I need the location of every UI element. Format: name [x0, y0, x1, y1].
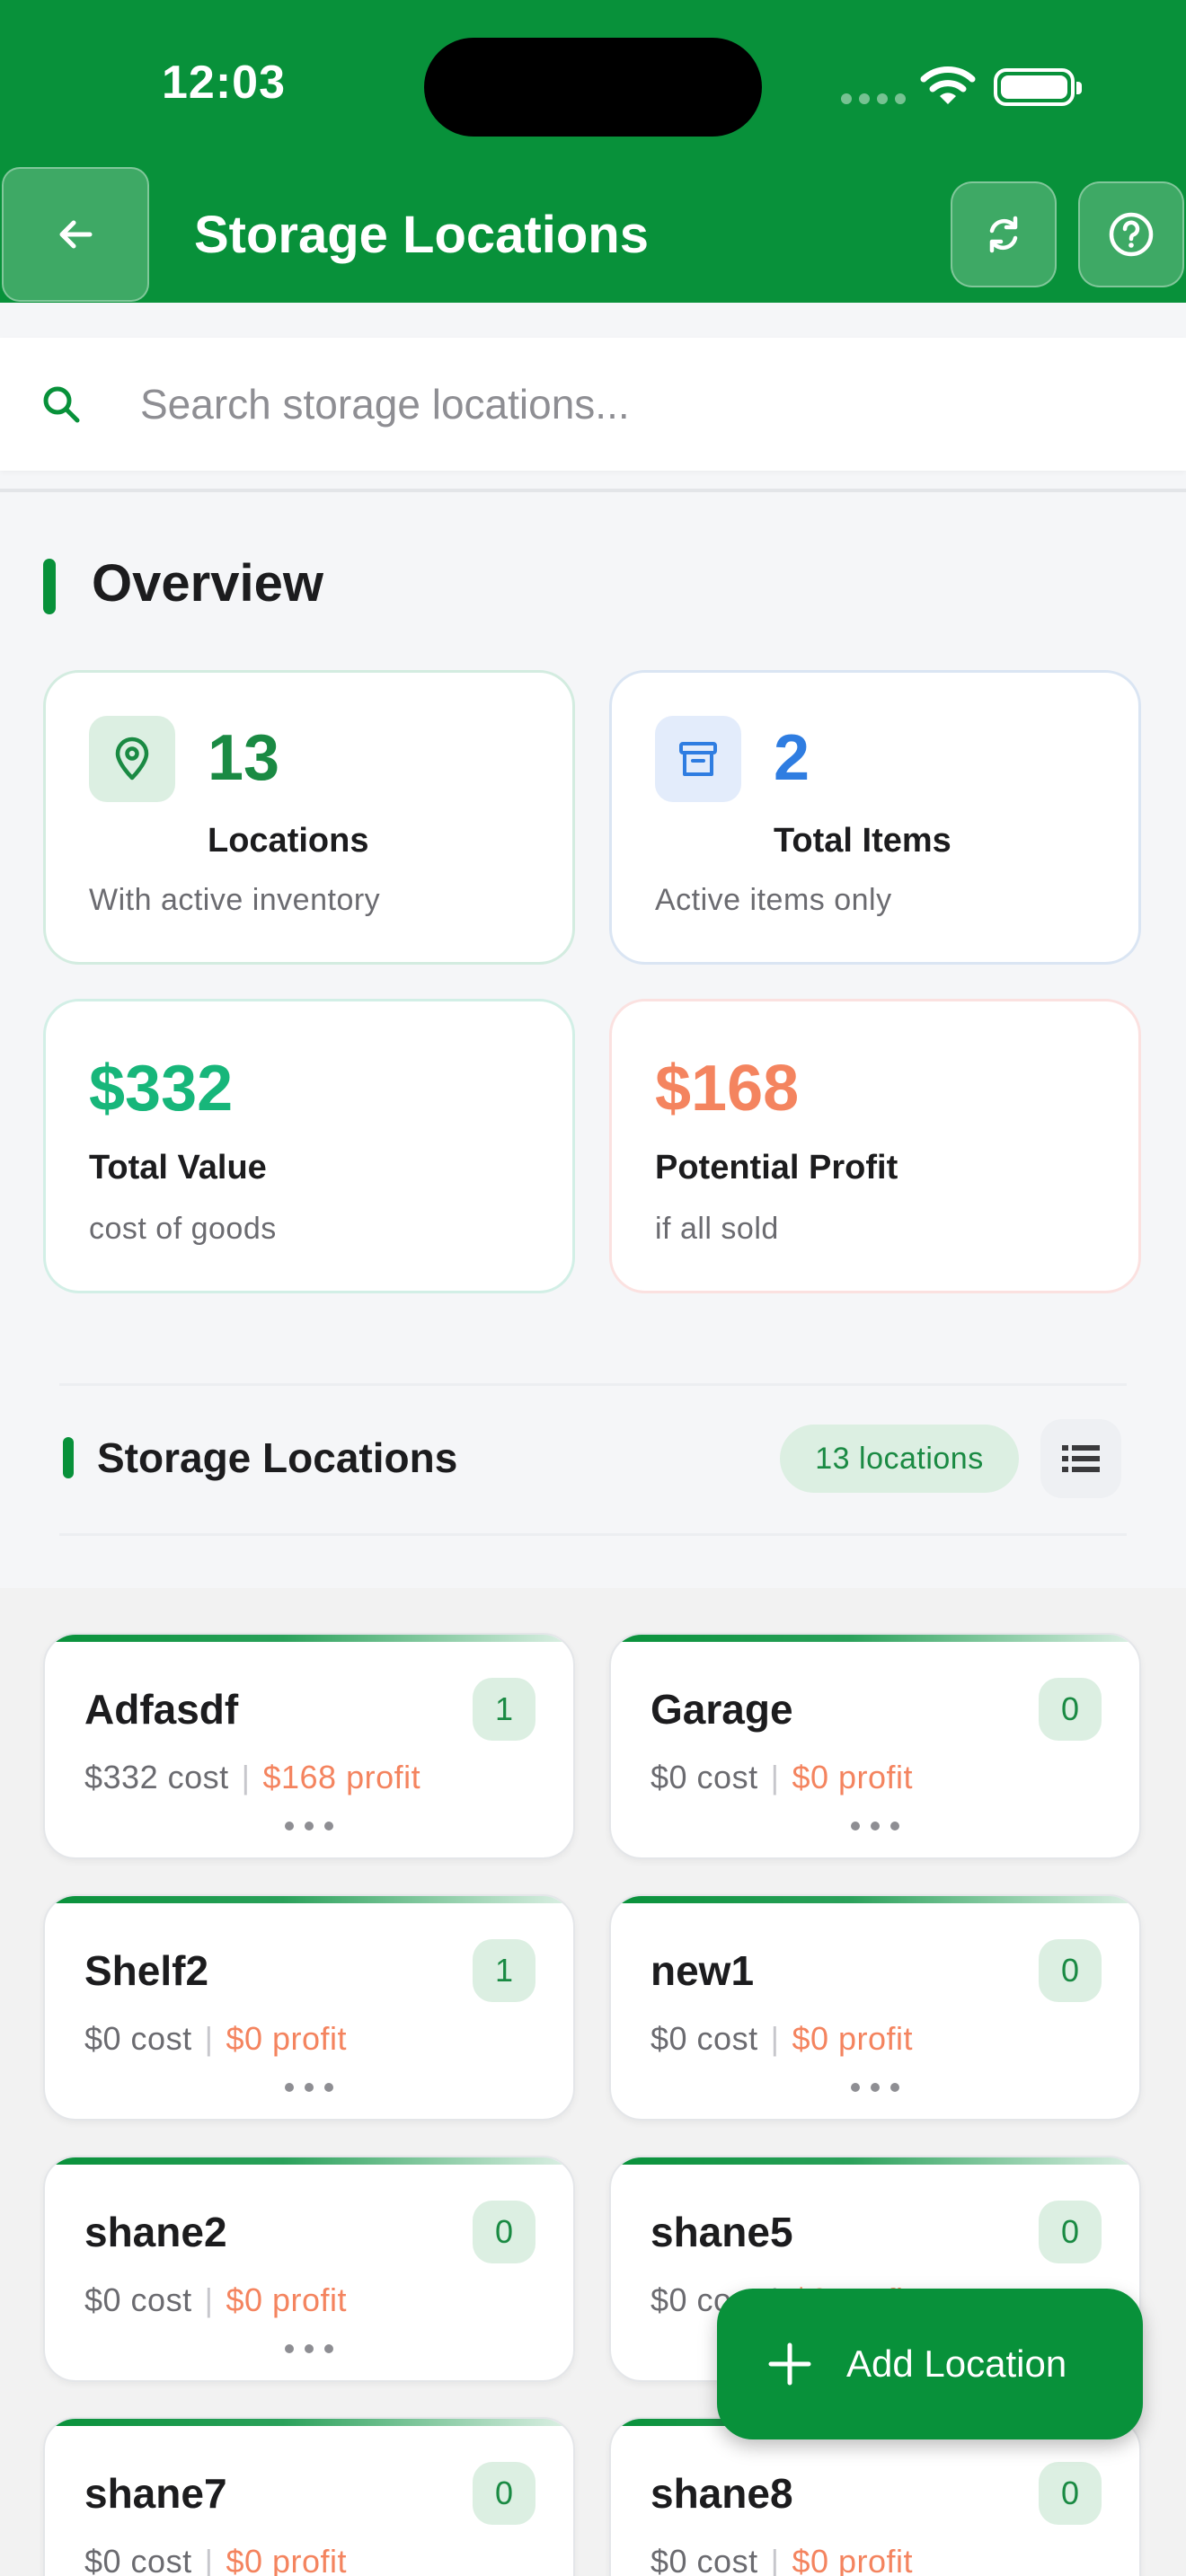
location-stats: $0 cost|$0 profit: [651, 2543, 913, 2576]
location-profit: $168 profit: [262, 1759, 421, 1795]
location-name: new1: [651, 1947, 755, 1994]
item-count-badge: 0: [1039, 2462, 1102, 2525]
location-stats: $332 cost | $168 profit: [84, 1759, 421, 1795]
location-name: shane5: [651, 2209, 793, 2255]
location-stats: $0 cost|$0 profit: [651, 1759, 914, 1795]
overview-title: Overview: [92, 554, 323, 613]
stat-card-total-items: 2 Total Items Active items only: [609, 670, 1141, 965]
more-options-icon[interactable]: [285, 2344, 333, 2353]
stat-subtext: With active inventory: [89, 883, 381, 917]
location-cost: $0 cost: [84, 2281, 192, 2318]
list-view-icon: [1062, 1445, 1100, 1472]
location-profit: $0 profit: [792, 2020, 914, 2057]
location-card[interactable]: Adfasdf 1 $332 cost | $168 profit: [43, 1633, 575, 1859]
view-toggle-button[interactable]: [1040, 1419, 1121, 1498]
arrow-left-icon: [59, 220, 93, 249]
refresh-icon: [989, 216, 1018, 253]
item-count-badge: 1: [473, 1678, 535, 1741]
section-accent: [43, 559, 56, 614]
refresh-button[interactable]: [951, 181, 1057, 287]
location-cost: $332 cost: [84, 1759, 229, 1795]
location-stats: $0 cost|$0 profit: [84, 2281, 348, 2318]
divider: [0, 489, 1186, 492]
location-card[interactable]: shane2 0 $0 cost | $0 profit: [43, 2156, 575, 2382]
item-count-badge: 0: [1039, 2201, 1102, 2263]
item-count-badge: 0: [473, 2201, 535, 2263]
location-stats: $0 cost|$0 profit: [84, 2020, 348, 2057]
map-pin-icon: [89, 716, 175, 802]
back-button[interactable]: [2, 167, 149, 302]
stat-subtext: cost of goods: [89, 1212, 277, 1246]
location-profit: $0 profit: [792, 2543, 914, 2576]
location-card[interactable]: shane7 0 $0 cost | $0 profit: [43, 2417, 575, 2576]
stat-value: 13: [208, 722, 280, 794]
help-circle-icon: [1109, 212, 1154, 257]
help-button[interactable]: [1078, 181, 1184, 287]
add-location-button[interactable]: Add Location: [717, 2289, 1143, 2439]
app-header: 12:03 Storage Locations: [0, 0, 1186, 303]
item-count-badge: 1: [473, 1939, 535, 2002]
dynamic-island: [424, 38, 762, 137]
more-options-icon[interactable]: [285, 1822, 333, 1831]
stat-value: $168: [655, 1053, 800, 1125]
locations-count-badge: 13 locations: [780, 1425, 1019, 1493]
stat-value: 2: [774, 722, 810, 794]
stat-value: $332: [89, 1053, 234, 1125]
search-icon: [43, 386, 80, 423]
location-card[interactable]: Shelf2 1 $0 cost | $0 profit: [43, 1894, 575, 2121]
location-card[interactable]: shane8 0 $0 cost | $0 profit: [609, 2417, 1141, 2576]
add-location-label: Add Location: [846, 2342, 1067, 2385]
stat-subtext: Active items only: [655, 883, 892, 917]
plus-icon: [768, 2342, 811, 2386]
location-profit: $0 profit: [226, 2543, 348, 2576]
stat-label: Locations: [208, 822, 369, 860]
stat-label: Total Items: [774, 822, 951, 860]
location-cost: $0 cost: [651, 2020, 758, 2057]
location-card[interactable]: Garage 0 $0 cost | $0 profit: [609, 1633, 1141, 1859]
more-options-icon[interactable]: [851, 1822, 899, 1831]
location-cost: $0 cost: [84, 2020, 192, 2057]
location-stats: $0 cost|$0 profit: [84, 2543, 347, 2576]
page-title: Storage Locations: [194, 206, 649, 264]
location-name: Adfasdf: [84, 1686, 239, 1733]
item-count-badge: 0: [473, 2462, 535, 2525]
location-cost: $0 cost: [651, 2543, 758, 2576]
search-bar: [0, 338, 1186, 471]
more-options-icon[interactable]: [285, 2083, 333, 2092]
wifi-icon: [920, 66, 976, 104]
cellular-signal-icon: [841, 93, 906, 104]
stat-card-locations: 13 Locations With active inventory: [43, 670, 575, 965]
location-card[interactable]: new1 0 $0 cost | $0 profit: [609, 1894, 1141, 2121]
location-name: shane8: [651, 2470, 793, 2517]
archive-box-icon: [655, 716, 741, 802]
item-count-badge: 0: [1039, 1939, 1102, 2002]
location-profit: $0 profit: [226, 2281, 348, 2318]
stat-label: Total Value: [89, 1149, 267, 1187]
battery-icon: [994, 68, 1082, 106]
location-stats: $0 cost|$0 profit: [651, 2020, 914, 2057]
item-count-badge: 0: [1039, 1678, 1102, 1741]
location-profit: $0 profit: [226, 2020, 348, 2057]
location-cost: $0 cost: [84, 2543, 192, 2576]
more-options-icon[interactable]: [851, 2083, 899, 2092]
stat-card-potential-profit: $168 Potential Profit if all sold: [609, 999, 1141, 1293]
location-name: shane2: [84, 2209, 227, 2255]
status-time: 12:03: [162, 57, 286, 109]
locations-section-title: Storage Locations: [97, 1434, 458, 1481]
search-input[interactable]: [140, 370, 1128, 438]
location-name: Garage: [651, 1686, 793, 1733]
location-name: shane7: [84, 2470, 227, 2517]
stat-card-total-value: $332 Total Value cost of goods: [43, 999, 575, 1293]
section-accent: [63, 1437, 74, 1478]
location-profit: $0 profit: [792, 1759, 914, 1795]
stat-subtext: if all sold: [655, 1212, 779, 1246]
stat-label: Potential Profit: [655, 1149, 898, 1187]
location-name: Shelf2: [84, 1947, 209, 1994]
location-cost: $0 cost: [651, 1759, 758, 1795]
